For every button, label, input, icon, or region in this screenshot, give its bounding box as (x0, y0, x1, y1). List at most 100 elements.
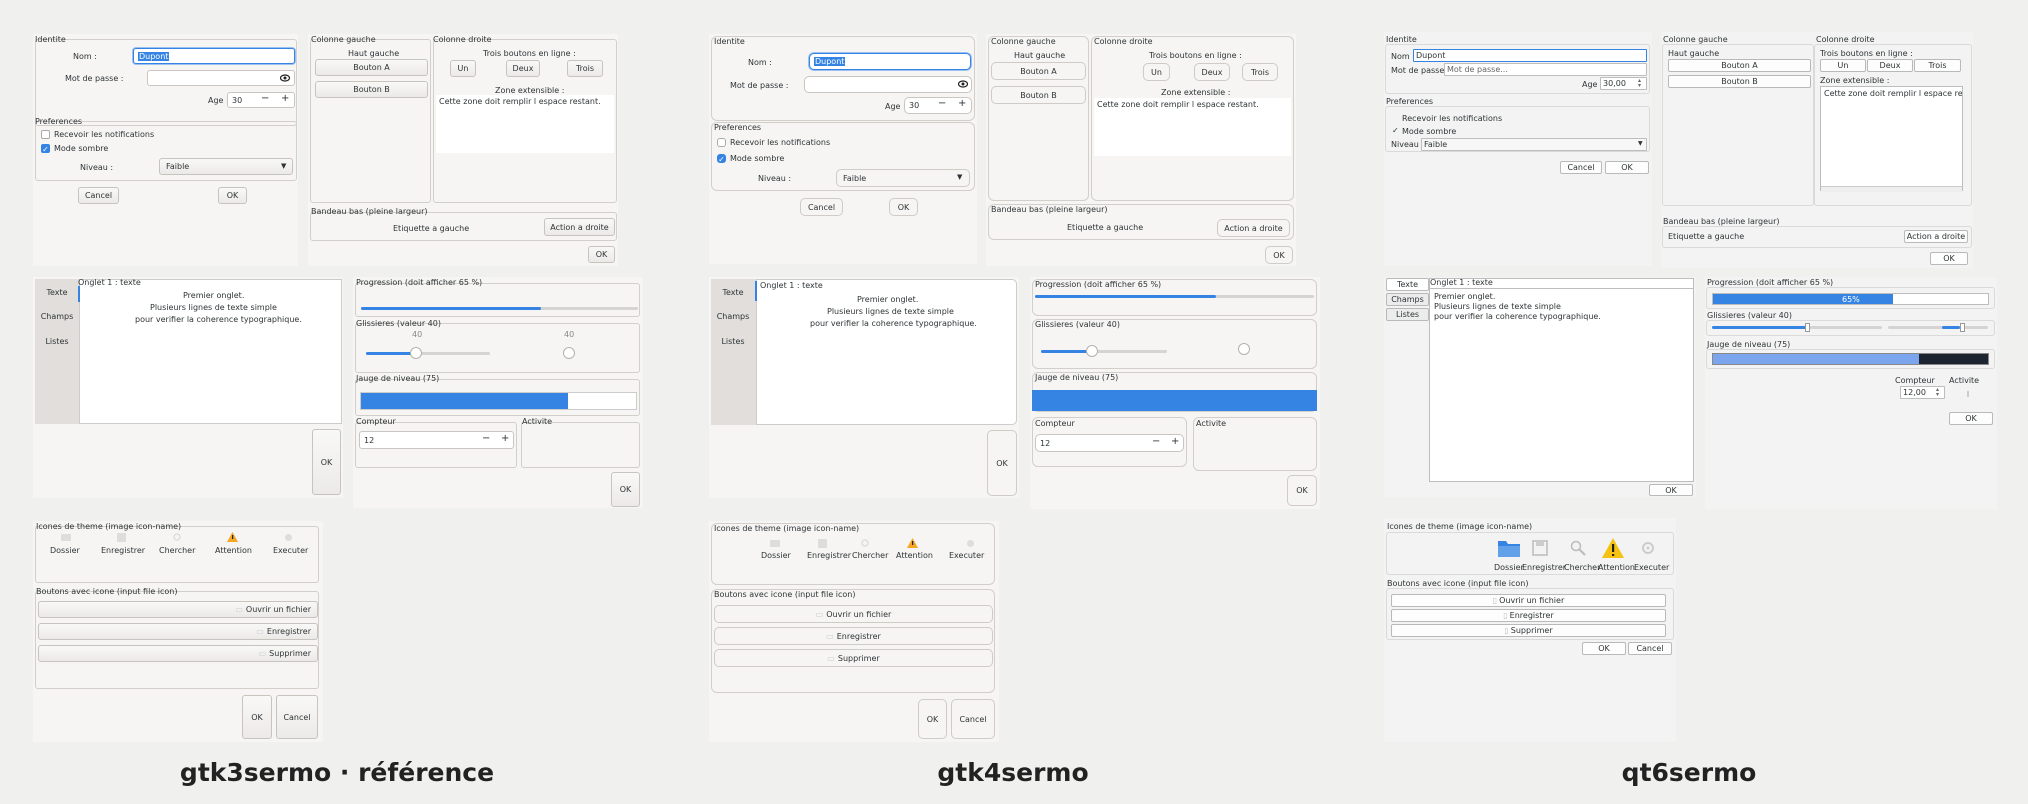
button-trois[interactable]: Trois (1914, 59, 1961, 72)
button-a[interactable]: Bouton A (315, 59, 428, 76)
ok-button[interactable]: OK (1605, 161, 1649, 174)
banner-action-button[interactable]: Action a droite (544, 218, 615, 236)
level-combo[interactable]: Faible (159, 158, 293, 175)
ok-button[interactable]: OK (889, 198, 918, 216)
sliders-title: Glissieres (valeur 40) (1707, 311, 1792, 320)
ok-button[interactable]: OK (1949, 412, 1993, 425)
dark-mode-checkbox[interactable] (717, 154, 726, 163)
password-field[interactable]: Mot de passe... (1444, 63, 1647, 76)
save-file-button[interactable]: ▯ Enregistrer (1391, 609, 1666, 622)
button-deux[interactable]: Deux (1867, 59, 1913, 72)
password-field[interactable] (804, 76, 972, 93)
ok-button[interactable]: OK (588, 246, 615, 263)
cancel-button[interactable]: Cancel (276, 695, 318, 739)
button-un[interactable]: Un (1143, 63, 1170, 81)
delete-file-button[interactable]: ▭ Supprimer (38, 645, 318, 662)
ok-button[interactable]: OK (242, 695, 272, 739)
counter-spin[interactable]: 12 (359, 431, 514, 449)
counter-plus-button[interactable]: + (501, 433, 509, 444)
counter-minus-button[interactable]: − (482, 433, 490, 444)
name-field[interactable]: Dupont (809, 53, 971, 70)
extensible-textarea[interactable]: Cette zone doit remplir l espace restant… (1094, 98, 1291, 156)
button-b[interactable]: Bouton B (315, 81, 428, 98)
cancel-button[interactable]: Cancel (78, 187, 119, 204)
delete-file-button[interactable]: ▯ Supprimer (1391, 624, 1666, 637)
second-slider[interactable] (1888, 326, 1988, 329)
counter-spin[interactable]: 12 (1035, 434, 1184, 452)
tab-champs[interactable]: Champs (713, 312, 753, 321)
button-a[interactable]: Bouton A (991, 62, 1086, 80)
tab-champs[interactable]: Champs (1386, 293, 1429, 306)
cancel-button[interactable]: Cancel (1628, 642, 1672, 655)
name-field[interactable]: Dupont (1413, 49, 1647, 62)
cancel-button[interactable]: Cancel (800, 198, 843, 216)
vertical-slider-handle[interactable] (563, 347, 575, 359)
ok-button[interactable]: OK (1930, 252, 1968, 265)
save-file-button[interactable]: ▭ Enregistrer (38, 623, 318, 640)
banner-action-button[interactable]: Action a droite (1217, 219, 1290, 237)
button-un[interactable]: Un (450, 60, 476, 77)
ok-button[interactable]: OK (1649, 484, 1693, 496)
ok-button[interactable]: OK (918, 699, 947, 739)
dark-mode-check-icon[interactable]: ✓ (1392, 126, 1399, 135)
button-b[interactable]: Bouton B (991, 86, 1086, 104)
tab-texte[interactable]: Texte (713, 288, 753, 297)
age-spin-arrows[interactable]: ▴ ▾ (1638, 78, 1641, 89)
eye-icon[interactable] (279, 72, 291, 84)
age-minus-button[interactable]: − (261, 93, 269, 104)
ok-button[interactable]: OK (1265, 246, 1293, 264)
extensible-textarea[interactable]: Cette zone doit remplir l espace restant… (1820, 86, 1963, 191)
ok-button[interactable]: OK (312, 429, 341, 495)
slider-handle[interactable] (1086, 345, 1098, 357)
cancel-button[interactable]: Cancel (1560, 161, 1602, 174)
vertical-slider-handle[interactable] (1238, 343, 1250, 355)
name-field[interactable]: Dupont (133, 48, 295, 64)
second-slider-handle[interactable] (1960, 323, 1965, 332)
save-file-button[interactable]: ▭ Enregistrer (714, 627, 993, 645)
button-deux[interactable]: Deux (506, 60, 540, 77)
banner-action-button[interactable]: Action a droite (1904, 230, 1968, 243)
button-b[interactable]: Bouton B (1668, 75, 1811, 88)
tab-texte[interactable]: Texte (37, 288, 77, 297)
notifications-checkbox[interactable] (41, 130, 50, 139)
progress-title: Progression (doit afficher 65 %) (1035, 280, 1162, 289)
delete-file-button[interactable]: ▭ Supprimer (714, 649, 993, 667)
button-trois[interactable]: Trois (567, 60, 603, 77)
tab-listes[interactable]: Listes (37, 337, 77, 346)
open-file-button[interactable]: ▯ Ouvrir un fichier (1391, 594, 1666, 607)
ok-button[interactable]: OK (987, 430, 1017, 496)
extensible-textarea[interactable]: Cette zone doit remplir l espace restant… (436, 95, 614, 153)
icon-label-chercher: Chercher (852, 551, 889, 560)
age-plus-button[interactable]: + (958, 98, 966, 109)
level-combo[interactable]: Faible (1421, 138, 1647, 151)
slider-handle[interactable] (1805, 323, 1810, 332)
cancel-button[interactable]: Cancel (951, 699, 995, 739)
ok-button[interactable]: OK (611, 472, 640, 507)
save-file-label: Enregistrer (836, 631, 881, 641)
age-plus-button[interactable]: + (281, 93, 289, 104)
counter-plus-button[interactable]: + (1171, 436, 1179, 447)
level-combo[interactable]: Faible (836, 169, 970, 187)
counter-minus-button[interactable]: − (1152, 436, 1160, 447)
open-file-button[interactable]: ▭ Ouvrir un fichier (714, 605, 993, 623)
horizontal-scrollbar[interactable] (1821, 186, 1962, 192)
ok-button[interactable]: OK (1287, 475, 1317, 506)
button-un[interactable]: Un (1820, 59, 1866, 72)
ok-button[interactable]: OK (1582, 642, 1626, 655)
tab-listes[interactable]: Listes (713, 337, 753, 346)
tab-texte[interactable]: Texte (1386, 278, 1429, 291)
button-deux[interactable]: Deux (1194, 63, 1230, 81)
button-a[interactable]: Bouton A (1668, 59, 1811, 72)
counter-spin-arrows[interactable]: ▴ ▾ (1936, 387, 1939, 398)
password-field[interactable] (147, 70, 295, 86)
tab-listes[interactable]: Listes (1386, 308, 1429, 321)
ok-button[interactable]: OK (218, 187, 247, 204)
button-trois[interactable]: Trois (1242, 63, 1278, 81)
dark-mode-checkbox[interactable] (41, 144, 50, 153)
slider-handle[interactable] (410, 347, 422, 359)
age-minus-button[interactable]: − (938, 98, 946, 109)
open-file-button[interactable]: ▭ Ouvrir un fichier (38, 601, 318, 618)
eye-icon[interactable] (957, 78, 969, 90)
notifications-checkbox[interactable] (717, 138, 726, 147)
tab-champs[interactable]: Champs (37, 312, 77, 321)
